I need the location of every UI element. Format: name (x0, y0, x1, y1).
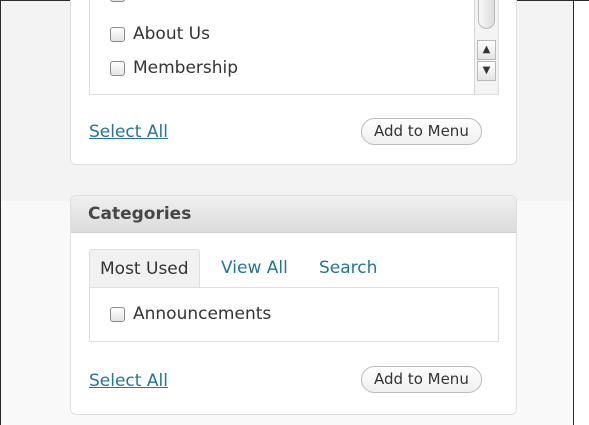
list-item[interactable]: Announcements (110, 303, 271, 325)
categories-panel: Categories Most Used View All Search Ann… (70, 195, 517, 415)
checkbox[interactable] (110, 60, 125, 76)
list-item-label: Announcements (133, 304, 272, 324)
list-item-label: About Us (133, 24, 210, 44)
checkbox[interactable] (110, 306, 125, 322)
pages-list[interactable]: About Us Membership ▲ ▼ (89, 0, 499, 95)
scroll-thumb[interactable] (478, 0, 495, 29)
categories-list: Announcements (89, 287, 499, 342)
frame-right-edge (573, 0, 574, 425)
list-item-label: Membership (133, 58, 239, 78)
tab-view-all[interactable]: View All (221, 249, 288, 287)
list-item[interactable]: About Us (110, 23, 210, 45)
categories-panel-title[interactable]: Categories (71, 196, 516, 233)
pages-select-all-link[interactable]: Select All (89, 122, 168, 142)
checkbox[interactable] (110, 0, 125, 2)
list-item[interactable] (110, 0, 133, 9)
pages-panel: About Us Membership ▲ ▼ Select All Add t… (70, 0, 517, 165)
scroll-down-icon[interactable]: ▼ (477, 61, 496, 81)
scroll-up-icon[interactable]: ▲ (477, 40, 496, 60)
pages-list-scrollbar[interactable]: ▲ ▼ (474, 0, 498, 94)
categories-add-to-menu-button[interactable]: Add to Menu (361, 366, 482, 393)
menu-sidebar: About Us Membership ▲ ▼ Select All Add t… (1, 0, 573, 425)
tab-most-used[interactable]: Most Used (89, 249, 200, 287)
list-item[interactable]: Membership (110, 57, 238, 79)
checkbox[interactable] (110, 26, 125, 42)
tab-search[interactable]: Search (319, 249, 377, 287)
pages-add-to-menu-button[interactable]: Add to Menu (361, 118, 482, 145)
categories-select-all-link[interactable]: Select All (89, 371, 168, 391)
